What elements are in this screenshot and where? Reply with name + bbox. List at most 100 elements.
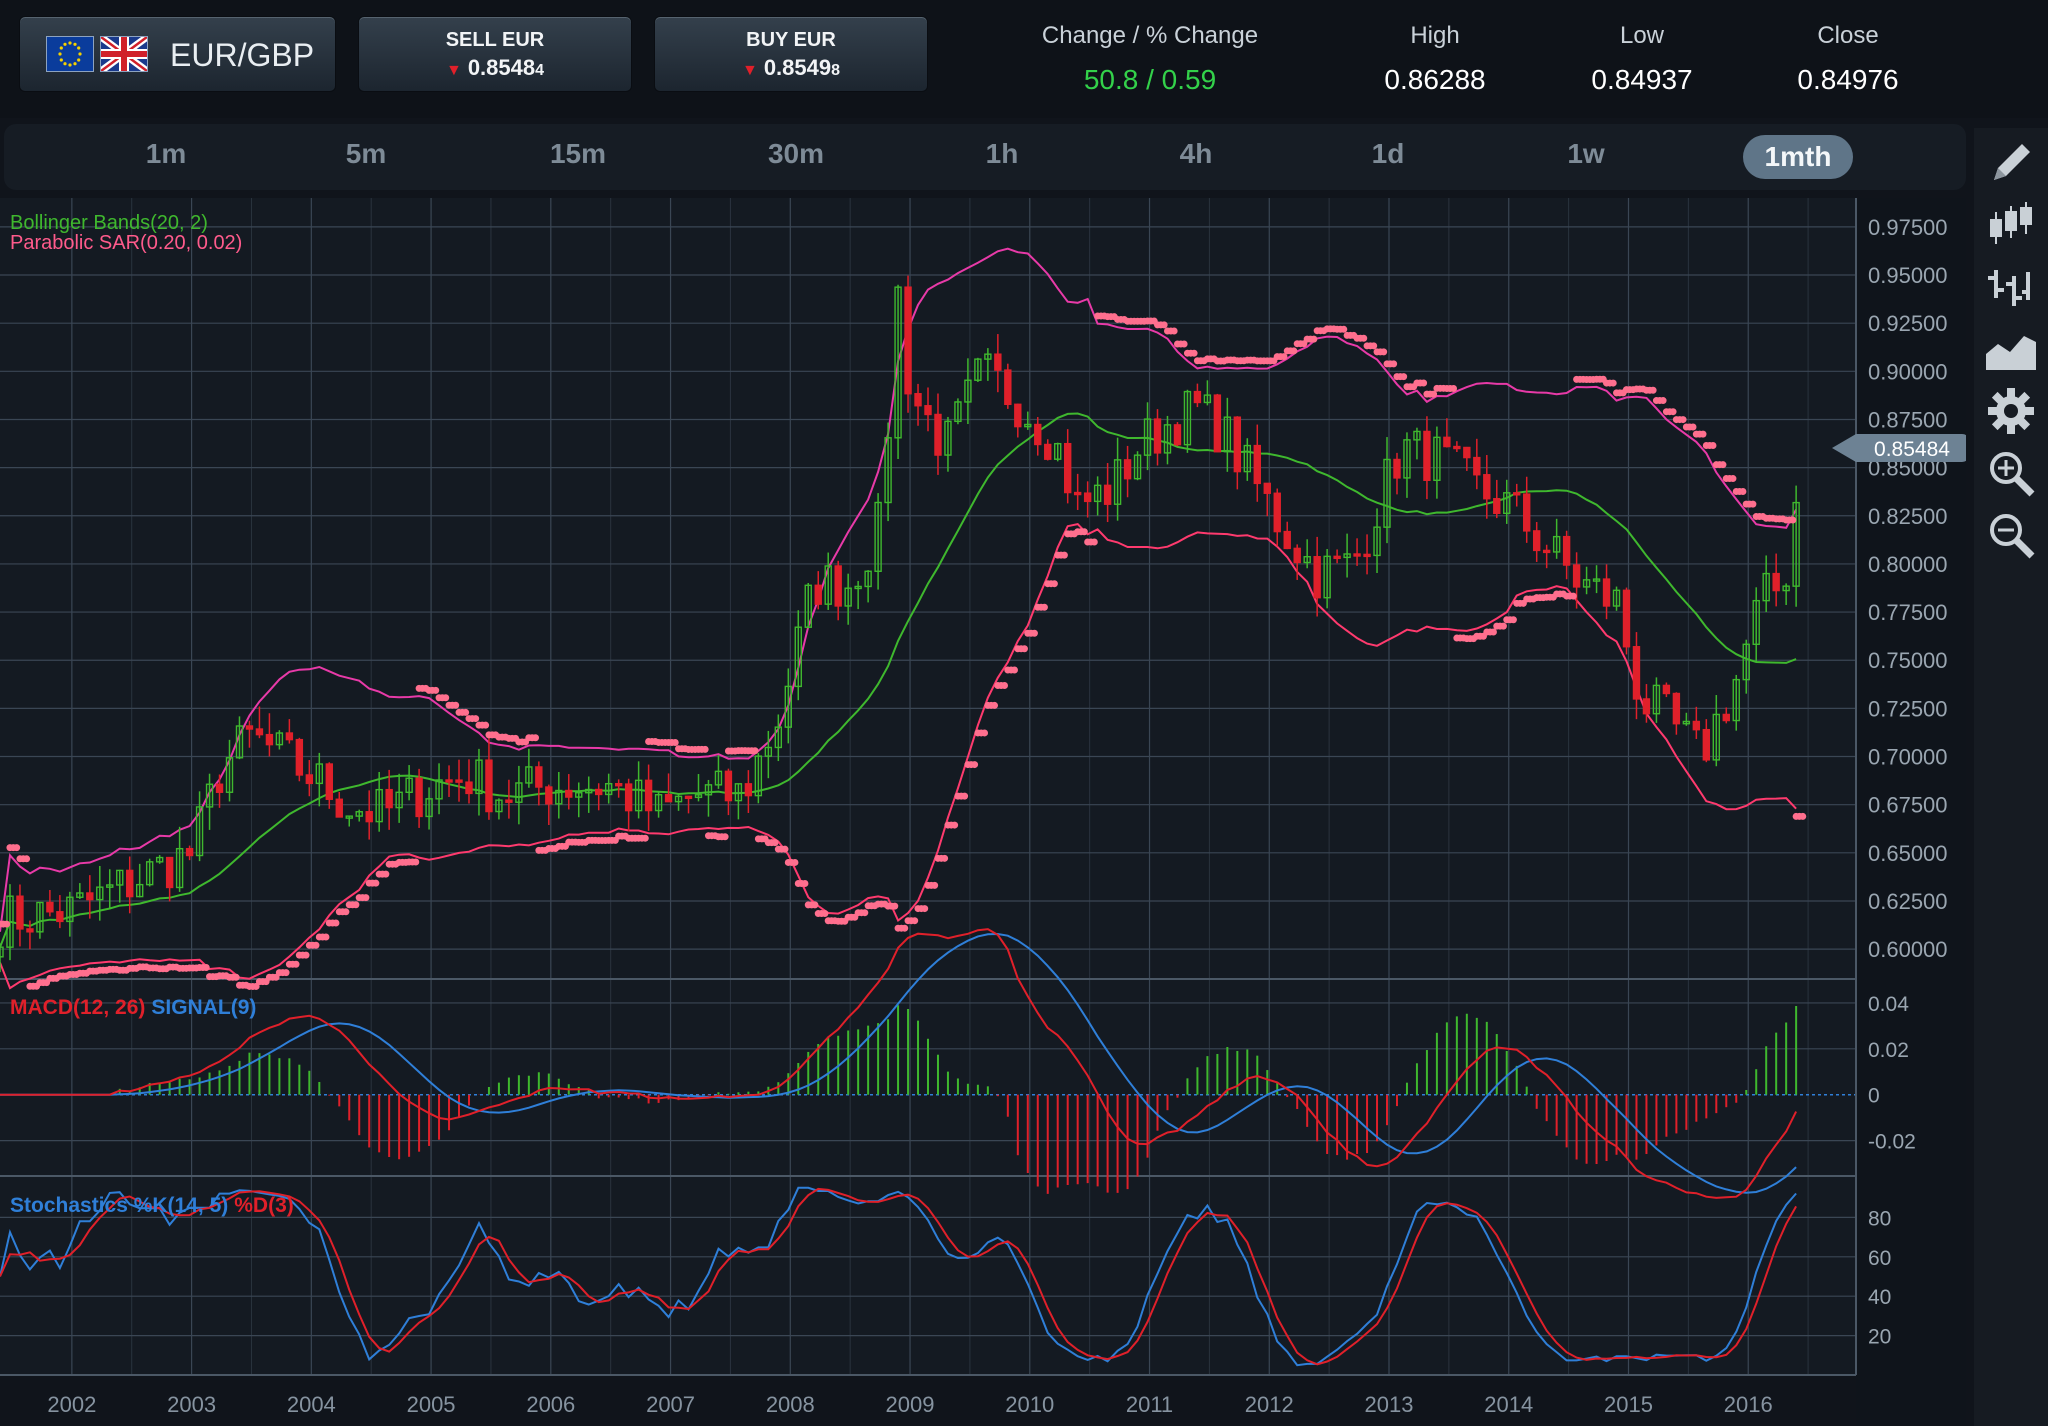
- sar-dot: [1390, 360, 1398, 368]
- sar-dot: [452, 701, 460, 709]
- candle-body: [335, 798, 343, 818]
- candle-body: [126, 869, 134, 898]
- macd-tick-label: 0.02: [1868, 1039, 1909, 1062]
- sar-dot: [1689, 423, 1697, 431]
- candle-body: [1004, 369, 1012, 406]
- stoch-tick-label: 80: [1868, 1207, 1891, 1230]
- sar-dot: [482, 721, 490, 729]
- sar-dot: [1160, 321, 1168, 329]
- sar-dot: [921, 905, 929, 913]
- svg-text:0.85484: 0.85484: [1874, 438, 1950, 461]
- candle-body: [1293, 547, 1301, 564]
- sar-dot: [1679, 416, 1687, 424]
- zoom-out-icon[interactable]: [1984, 508, 2038, 562]
- candle-body: [1702, 728, 1711, 761]
- sar-dot: [1380, 348, 1388, 356]
- candle-body: [325, 763, 333, 800]
- zoom-in-icon[interactable]: [1984, 446, 2038, 500]
- sar-dot: [891, 902, 899, 910]
- x-tick-label: 2010: [1005, 1392, 1054, 1417]
- chart-toolbar: [1974, 128, 2048, 1426]
- x-tick-label: 2004: [287, 1392, 336, 1417]
- sar-dot: [382, 870, 390, 878]
- x-tick-label: 2015: [1604, 1392, 1653, 1417]
- candle-body: [165, 856, 174, 889]
- price-tick-label: 0.70000: [1868, 745, 1948, 770]
- candle-body: [305, 774, 314, 785]
- sar-dot: [1709, 442, 1717, 450]
- ohlc-bars-icon[interactable]: [1984, 260, 2038, 314]
- candle-body: [644, 779, 653, 812]
- macd-tick-label: -0.02: [1868, 1131, 1916, 1154]
- sar-dot: [811, 901, 819, 909]
- x-tick-label: 2014: [1484, 1392, 1533, 1417]
- x-tick-label: 2003: [167, 1392, 216, 1417]
- sar-dot: [791, 858, 799, 866]
- candle-body: [724, 770, 733, 802]
- sar-dot: [1509, 616, 1517, 624]
- candle-body: [1063, 442, 1072, 494]
- x-tick-label: 2006: [526, 1392, 575, 1417]
- sar-dot: [721, 833, 729, 841]
- candle-body: [1632, 646, 1641, 700]
- candle-body: [1473, 456, 1481, 476]
- candle-body: [1692, 720, 1701, 731]
- sar-dot: [1789, 516, 1797, 524]
- candle-body: [1642, 698, 1651, 715]
- candle-body: [1562, 535, 1571, 566]
- sar-dot: [971, 761, 979, 769]
- candlestick-icon[interactable]: [1984, 198, 2038, 252]
- candle-body: [1103, 484, 1112, 505]
- area-chart-icon[interactable]: [1984, 322, 2038, 376]
- candle-body: [1513, 492, 1521, 496]
- candle-body: [595, 788, 603, 796]
- candle-body: [814, 584, 822, 605]
- pencil-icon[interactable]: [1984, 136, 2038, 190]
- candle-body: [664, 794, 673, 803]
- gear-icon[interactable]: [1984, 384, 2038, 438]
- price-chart[interactable]: 2002 2003 2004 2005 2006 2007 2008 2009 2010 2011…: [0, 0, 1966, 1426]
- sar-dot: [861, 909, 869, 917]
- sar-dot: [232, 973, 240, 981]
- candle-body: [455, 779, 463, 783]
- macd-tick-label: 0.04: [1868, 993, 1909, 1016]
- price-tick-label: 0.82500: [1868, 504, 1948, 529]
- sar-dot: [13, 844, 21, 852]
- sar-dot: [342, 908, 350, 916]
- candle-body: [1193, 390, 1202, 404]
- candle-body: [295, 738, 304, 776]
- candle-body: [86, 892, 94, 901]
- candle-body: [255, 728, 264, 736]
- x-tick-label: 2011: [1126, 1392, 1173, 1417]
- x-tick-label: 2012: [1245, 1392, 1294, 1417]
- sar-dot: [1400, 373, 1408, 381]
- price-tick-label: 0.92500: [1868, 311, 1948, 336]
- sar-dot: [1499, 622, 1507, 630]
- x-tick-label: 2008: [766, 1392, 815, 1417]
- sar-dot: [1450, 385, 1458, 393]
- candle-body: [365, 811, 373, 823]
- sar-dot: [751, 747, 759, 755]
- sar-dot: [1360, 334, 1368, 342]
- candle-body: [684, 795, 693, 800]
- candle-body: [565, 789, 573, 798]
- sar-dot: [1190, 349, 1198, 357]
- candle-body: [1283, 530, 1291, 550]
- sar-dot: [322, 933, 330, 941]
- candle-body: [1542, 549, 1551, 554]
- candle-body: [1263, 482, 1271, 494]
- sar-dot: [1020, 645, 1028, 653]
- sar-dot: [1799, 812, 1807, 820]
- candle-body: [1393, 458, 1401, 479]
- sar-dot: [671, 739, 679, 747]
- sar-dot: [1050, 580, 1058, 588]
- candle-body: [744, 783, 753, 797]
- candle-body: [1044, 443, 1052, 460]
- candle-body: [1423, 430, 1431, 481]
- sar-dot: [1080, 528, 1088, 536]
- candle-body: [56, 911, 64, 923]
- price-tick-label: 0.97500: [1868, 215, 1948, 240]
- sar-dot: [1569, 592, 1577, 600]
- sar-dot: [981, 729, 989, 737]
- sar-dot: [442, 694, 450, 702]
